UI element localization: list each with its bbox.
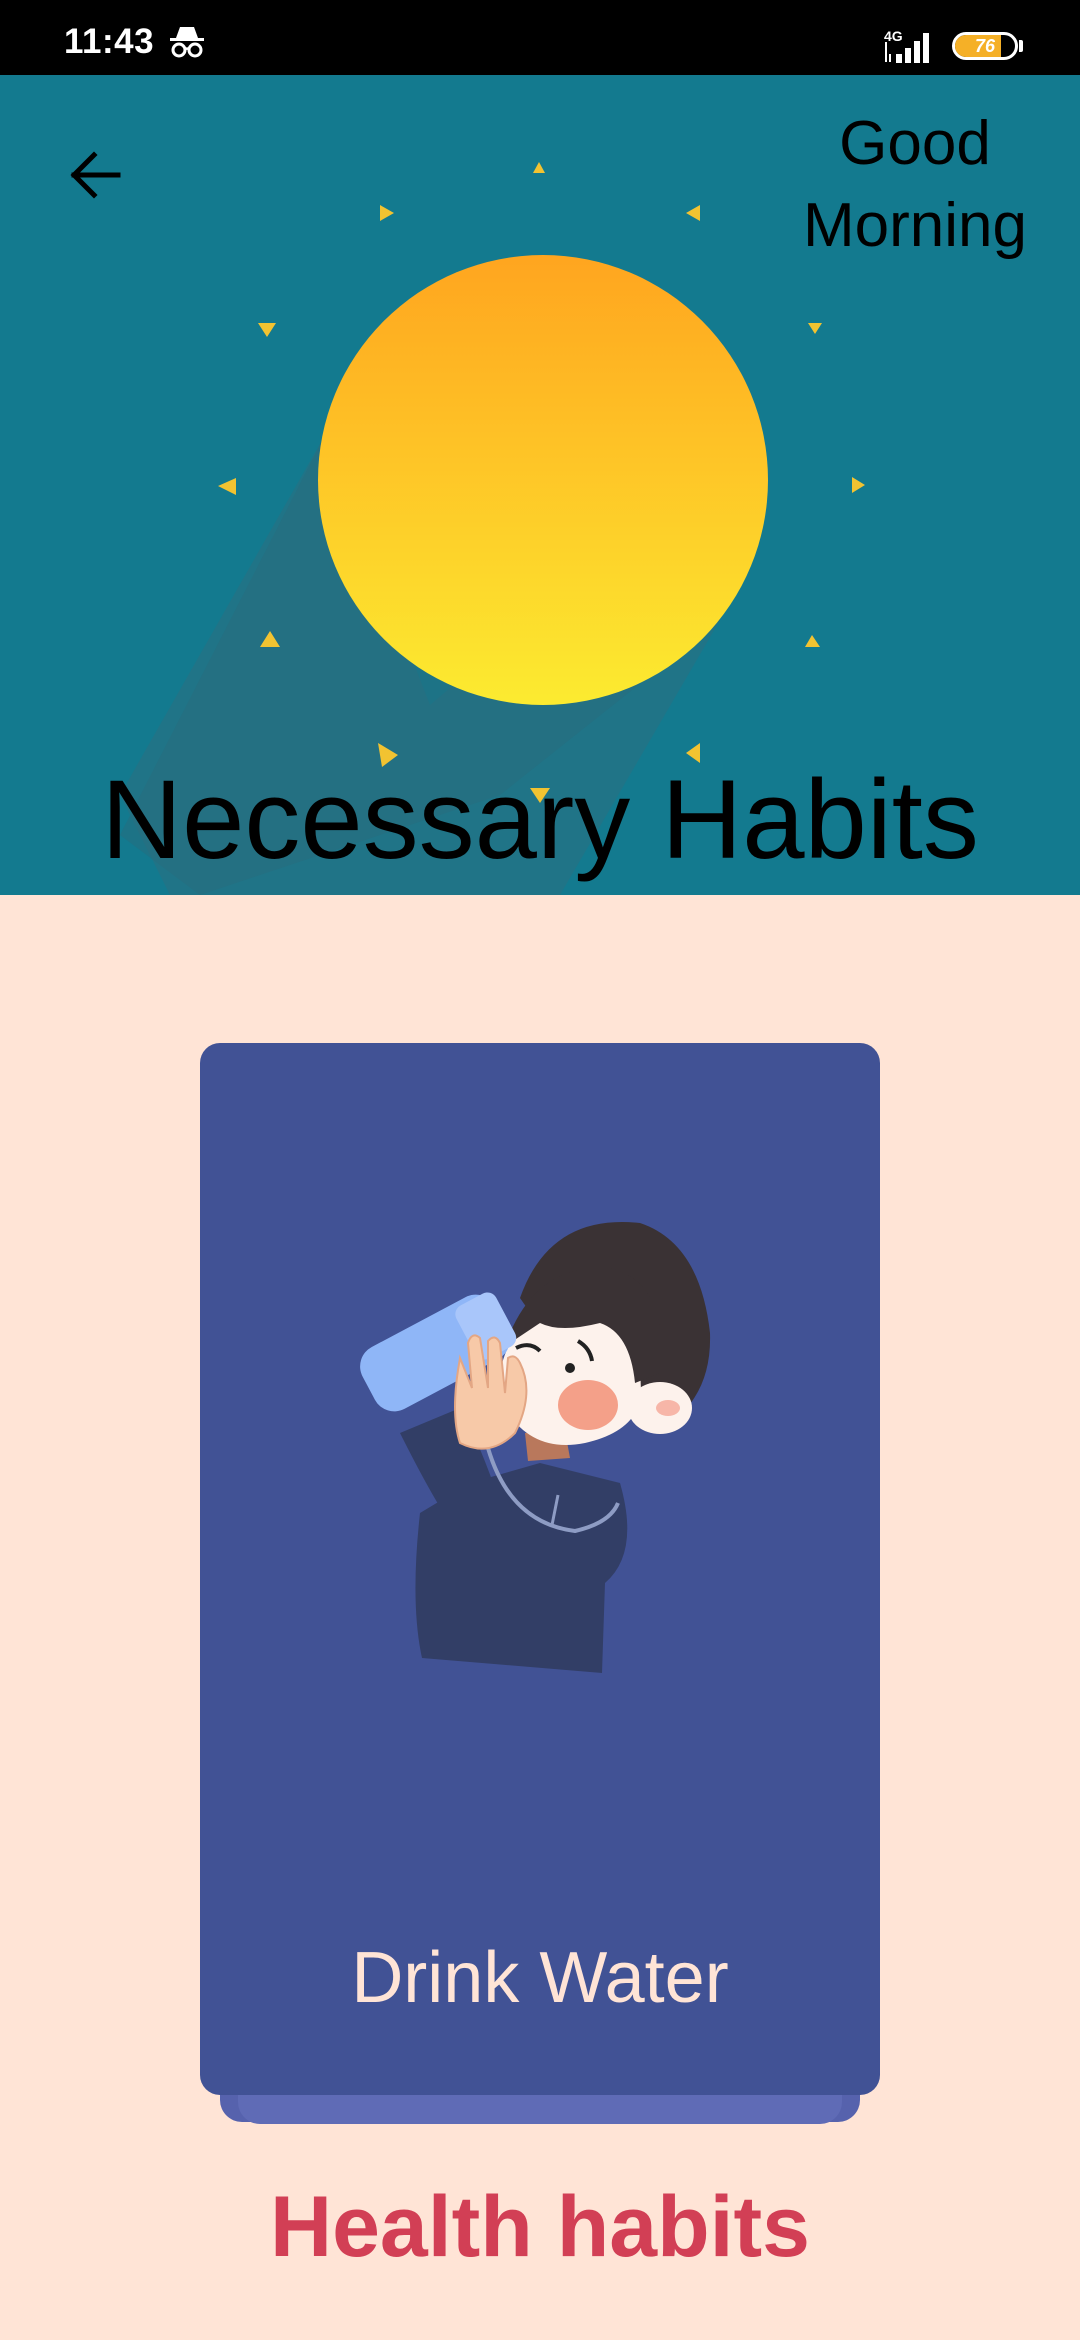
arrow-left-icon xyxy=(70,151,121,199)
greeting-text: Good Morning xyxy=(803,109,1027,260)
category-title: Health habits xyxy=(270,2179,810,2275)
battery-icon: 76 xyxy=(952,32,1018,60)
battery-tip xyxy=(1019,40,1023,52)
habit-card-drink-water[interactable]: Drink Water xyxy=(200,1043,880,2095)
habit-card-label: Drink Water xyxy=(351,1938,729,2018)
signal-icon xyxy=(885,33,929,63)
boy-drinking-water-illustration xyxy=(360,1221,711,1673)
status-bar: 11:43 4G 76 xyxy=(0,0,1080,75)
header-banner: Good Morning Necessary Habits xyxy=(0,75,1080,895)
back-button[interactable] xyxy=(56,135,136,215)
page-title: Necessary Habits xyxy=(101,757,979,882)
status-time: 11:43 xyxy=(64,22,155,61)
incognito-icon xyxy=(170,27,204,58)
battery-level: 76 xyxy=(974,36,996,56)
